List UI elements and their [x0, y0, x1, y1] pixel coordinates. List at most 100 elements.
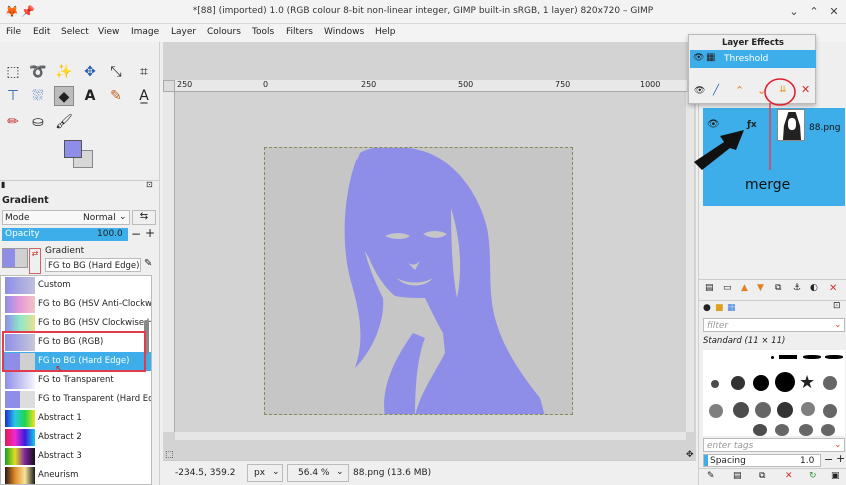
menu-windows[interactable]: Windows [324, 27, 364, 37]
brush-item[interactable] [733, 402, 749, 418]
delete-brush-icon[interactable]: ✕ [785, 471, 793, 481]
mask-icon[interactable]: ◐ [810, 283, 818, 293]
brush-item[interactable] [825, 355, 843, 359]
menu-edit[interactable]: Edit [33, 27, 50, 37]
menu-tools[interactable]: Tools [252, 27, 274, 37]
brush-item[interactable] [777, 402, 793, 418]
navigate-icon[interactable]: ✥ [686, 450, 694, 460]
raise-icon[interactable]: ▲ [741, 283, 748, 293]
minus-icon[interactable]: − [131, 227, 141, 241]
list-item[interactable]: FG to Transparent (Hard Edge) [3, 390, 151, 409]
star-brush-icon[interactable]: ★ [799, 372, 815, 393]
gradient-tab-icon[interactable]: ▦ [727, 303, 736, 313]
brush-grid[interactable]: ★ [703, 350, 845, 436]
brush-item[interactable] [771, 356, 774, 359]
list-item[interactable]: Abstract 1 [3, 409, 151, 428]
brush-item[interactable] [731, 376, 745, 390]
pattern-tab-icon[interactable]: ■ [715, 303, 724, 313]
brush-item[interactable] [775, 372, 795, 392]
gradient-preview-button[interactable] [2, 248, 28, 268]
edit-gradient-icon[interactable]: ✎ [144, 258, 152, 269]
mode-swap-icon[interactable]: ⇆ [132, 210, 156, 225]
new-brush-icon[interactable]: ▤ [733, 471, 742, 481]
brush-item[interactable] [711, 380, 719, 388]
clone-icon[interactable]: ⛀ [28, 112, 48, 132]
menu-file[interactable]: File [6, 27, 21, 37]
brush-item[interactable] [775, 424, 789, 436]
move-icon[interactable]: ✥ [80, 62, 100, 82]
plus-icon[interactable]: + [145, 226, 155, 240]
list-item[interactable]: Custom [3, 276, 151, 295]
lasso-icon[interactable]: ➰ [28, 62, 48, 82]
quick-mask-icon[interactable]: ⬚ [165, 450, 174, 460]
brush-filter-field[interactable]: filter ⌄ [703, 318, 845, 332]
horizontal-scrollbar[interactable] [175, 432, 686, 440]
gradient-tool-icon[interactable]: ◆ [54, 86, 74, 106]
effect-row-threshold[interactable]: 👁 ▦ Threshold [690, 50, 816, 68]
list-item[interactable]: Abstract 3 [3, 447, 151, 466]
bucket-fill-icon[interactable]: ⛆ [28, 86, 48, 106]
menu-view[interactable]: View [98, 27, 119, 37]
brush-item[interactable] [755, 402, 771, 418]
menu-help[interactable]: Help [375, 27, 396, 37]
gradient-name-field[interactable]: FG to BG (Hard Edge) [45, 258, 141, 272]
heal-icon[interactable]: ✎ [106, 86, 126, 106]
maximize-icon[interactable]: ⌃ [806, 4, 822, 20]
brush-item[interactable] [709, 404, 723, 418]
refresh-icon[interactable]: ↻ [809, 471, 817, 481]
image-canvas[interactable] [264, 147, 573, 415]
measure-icon[interactable]: A̲ [134, 86, 154, 106]
duplicate-brush-icon[interactable]: ⧉ [759, 471, 765, 481]
foreground-color-swatch[interactable] [64, 140, 82, 158]
brush-item[interactable] [779, 355, 797, 359]
mode-combo[interactable]: Mode Normal ⌄ [2, 210, 130, 225]
new-layer-icon[interactable]: ▤ [705, 283, 714, 293]
spacing-slider[interactable]: Spacing 1.0 [703, 454, 821, 467]
brush-tags-field[interactable]: enter tags ⌄ [703, 438, 845, 452]
panel-menu-icon[interactable]: ⊡ [146, 180, 153, 189]
new-group-icon[interactable]: ▭ [723, 283, 732, 293]
unified-transform-icon[interactable]: ⤡ [106, 62, 126, 82]
brush-tab-icon[interactable]: ● [703, 303, 711, 313]
warp-icon[interactable]: ⊤ [3, 86, 23, 106]
brush-item[interactable] [803, 355, 821, 359]
unit-combo[interactable]: px ⌄ [247, 464, 283, 482]
crop-icon[interactable]: ⌗ [134, 62, 154, 82]
menu-image[interactable]: Image [131, 27, 159, 37]
minimize-icon[interactable]: ⌄ [786, 4, 802, 20]
minus-icon[interactable]: − [824, 453, 833, 466]
open-as-image-icon[interactable]: ▣ [831, 471, 840, 481]
opacity-slider[interactable]: Opacity 100.0 [2, 228, 128, 241]
list-item[interactable]: Aneurism [3, 466, 151, 484]
list-item[interactable]: Abstract 2 [3, 428, 151, 447]
visibility-eye-icon[interactable]: 👁 [693, 53, 704, 63]
pencil-icon[interactable]: ✏ [3, 112, 23, 132]
zoom-combo[interactable]: 56.4 % ⌄ [287, 464, 349, 482]
smudge-icon[interactable]: 🖌 [54, 112, 74, 132]
duplicate-icon[interactable]: ⧉ [775, 283, 781, 293]
brush-item[interactable] [823, 404, 837, 418]
fuzzy-select-icon[interactable]: ✨ [54, 62, 74, 82]
delete-layer-icon[interactable]: ✕ [829, 283, 837, 294]
brush-item[interactable] [801, 402, 815, 416]
rect-select-icon[interactable]: ⬚ [3, 62, 23, 82]
text-tool-icon[interactable]: A [80, 86, 100, 106]
list-item[interactable]: FG to Transparent [3, 371, 151, 390]
panel-menu-icon[interactable]: ⊡ [833, 301, 841, 311]
menu-filters[interactable]: Filters [286, 27, 313, 37]
menu-colours[interactable]: Colours [207, 27, 241, 37]
reverse-gradient-icon[interactable]: ⇄ [29, 248, 41, 274]
close-icon[interactable]: ✕ [826, 4, 842, 20]
brush-item[interactable] [823, 376, 837, 390]
plus-icon[interactable]: + [836, 452, 845, 465]
menu-layer[interactable]: Layer [171, 27, 196, 37]
brush-item[interactable] [753, 375, 769, 391]
anchor-icon[interactable]: ⚓ [793, 283, 801, 293]
brush-item[interactable] [799, 424, 813, 436]
menu-select[interactable]: Select [61, 27, 89, 37]
brush-item[interactable] [753, 424, 767, 436]
list-item[interactable]: FG to BG (HSV Anti-Clockwise) [3, 295, 151, 314]
edit-brush-icon[interactable]: ✎ [707, 471, 715, 481]
brush-item[interactable] [821, 424, 835, 436]
lower-icon[interactable]: ▼ [757, 283, 764, 293]
